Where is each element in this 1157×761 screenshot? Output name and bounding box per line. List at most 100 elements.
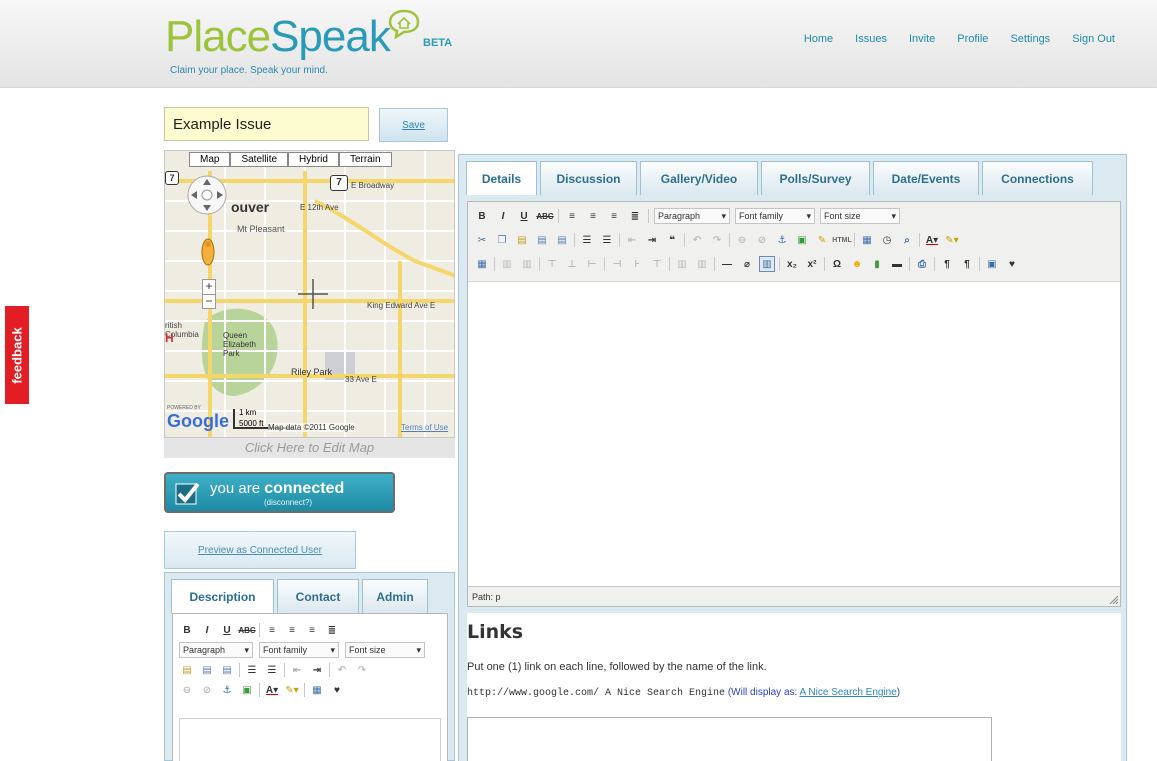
pegman-icon[interactable] <box>201 237 215 267</box>
site-logo[interactable]: PlaceSpeak <box>165 12 391 62</box>
editor-font-size-select[interactable]: Font size ▾ <box>820 208 900 224</box>
align-justify-icon[interactable]: ≣ <box>324 622 340 638</box>
text-color-icon[interactable]: A▾ <box>924 232 940 248</box>
print-icon[interactable]: ⎙ <box>914 256 930 272</box>
desc-font-family-select[interactable]: Font family ▾ <box>259 642 339 658</box>
feedback-tab[interactable]: feedback <box>5 306 29 404</box>
clean-format-icon[interactable]: ♥ <box>329 682 345 698</box>
zoom-in-button[interactable]: + <box>203 280 215 294</box>
save-button[interactable]: Save <box>379 108 448 142</box>
map-widget[interactable]: Map Satellite Hybrid Terrain + − 7 7 ouv… <box>164 150 455 438</box>
paste-word-icon[interactable]: ▤ <box>554 232 570 248</box>
align-justify-icon[interactable]: ≣ <box>627 208 643 224</box>
map-terms-link[interactable]: Terms of Use <box>401 423 448 432</box>
cleanup-icon[interactable]: ✎ <box>814 232 830 248</box>
paste-text-icon[interactable]: ▤ <box>199 662 215 678</box>
preview-icon[interactable]: ⌕ <box>899 232 915 248</box>
edit-map-link[interactable]: Click Here to Edit Map <box>164 438 455 458</box>
html-source-icon[interactable]: ▦ <box>309 682 325 698</box>
clean-format-icon[interactable]: ♥ <box>1004 256 1020 272</box>
nav-sign-out[interactable]: Sign Out <box>1072 33 1115 45</box>
highlight-color-icon[interactable]: ✎▾ <box>944 232 960 248</box>
align-left-icon[interactable]: ≡ <box>564 208 580 224</box>
paste-icon[interactable]: ▤ <box>514 232 530 248</box>
bullet-list-icon[interactable]: ☰ <box>244 662 260 678</box>
map-type-satellite[interactable]: Satellite <box>230 152 289 167</box>
editor-font-family-select[interactable]: Font family ▾ <box>735 208 815 224</box>
text-color-icon[interactable]: A▾ <box>264 682 280 698</box>
anchor-icon[interactable]: ⚓ <box>219 682 235 698</box>
preview-as-connected-user-button[interactable]: Preview as Connected User <box>164 531 356 569</box>
align-right-icon[interactable]: ≡ <box>304 622 320 638</box>
bullet-list-icon[interactable]: ☰ <box>579 232 595 248</box>
strikethrough-icon[interactable]: ABC <box>238 622 255 638</box>
nav-profile[interactable]: Profile <box>957 33 988 45</box>
help-icon[interactable]: HTML <box>832 232 851 248</box>
visual-aid-icon[interactable]: ▥ <box>759 256 775 272</box>
issue-title-input[interactable] <box>164 107 369 141</box>
map-type-map[interactable]: Map <box>189 152 231 167</box>
desc-format-select[interactable]: Paragraph ▾ <box>179 642 253 658</box>
insert-hr-icon[interactable]: ▬ <box>889 256 905 272</box>
nav-settings[interactable]: Settings <box>1010 33 1050 45</box>
tab-gallery-video[interactable]: Gallery/Video <box>640 161 758 195</box>
tab-description[interactable]: Description <box>171 579 274 613</box>
underline-icon[interactable]: U <box>516 208 532 224</box>
media-icon[interactable]: ▮ <box>869 256 885 272</box>
align-right-icon[interactable]: ≡ <box>606 208 622 224</box>
rtl-icon[interactable]: ¶ <box>959 256 975 272</box>
superscript-icon[interactable]: x² <box>804 256 820 272</box>
strikethrough-icon[interactable]: ABC <box>536 208 553 224</box>
cut-icon[interactable]: ✂ <box>474 232 490 248</box>
editor-format-select[interactable]: Paragraph ▾ <box>654 208 730 224</box>
fullscreen-icon[interactable]: ▣ <box>984 256 1000 272</box>
map-pan-control-icon[interactable] <box>185 173 229 217</box>
nav-issues[interactable]: Issues <box>855 33 887 45</box>
special-char-icon[interactable]: Ω <box>829 256 845 272</box>
nav-home[interactable]: Home <box>804 33 833 45</box>
indent-icon[interactable]: ⇥ <box>644 232 660 248</box>
tab-polls-survey[interactable]: Polls/Survey <box>761 161 870 195</box>
paste-text-icon[interactable]: ▤ <box>534 232 550 248</box>
emoticon-icon[interactable]: ☻ <box>849 256 865 272</box>
tab-contact[interactable]: Contact <box>277 579 359 613</box>
tab-details[interactable]: Details <box>466 161 537 195</box>
blockquote-icon[interactable]: ❝ <box>664 232 680 248</box>
connection-status-button[interactable]: you are connected (disconnect?) <box>164 472 395 513</box>
copy-icon[interactable]: ❐ <box>494 232 510 248</box>
zoom-out-button[interactable]: − <box>203 294 215 308</box>
italic-icon[interactable]: I <box>495 208 511 224</box>
links-example-link[interactable]: A Nice Search Engine <box>800 687 897 698</box>
nav-invite[interactable]: Invite <box>909 33 935 45</box>
table-icon[interactable]: ▦ <box>474 256 490 272</box>
underline-icon[interactable]: U <box>219 622 235 638</box>
subscript-icon[interactable]: x₂ <box>784 256 800 272</box>
tab-discussion[interactable]: Discussion <box>540 161 637 195</box>
highlight-color-icon[interactable]: ✎▾ <box>284 682 300 698</box>
paste-word-icon[interactable]: ▤ <box>219 662 235 678</box>
resize-grip-icon[interactable] <box>1108 594 1118 604</box>
insert-time-icon[interactable]: ◷ <box>879 232 895 248</box>
desc-font-size-select[interactable]: Font size ▾ <box>345 642 425 658</box>
italic-icon[interactable]: I <box>199 622 215 638</box>
ltr-icon[interactable]: ¶ <box>939 256 955 272</box>
bold-icon[interactable]: B <box>179 622 195 638</box>
indent-icon[interactable]: ⇥ <box>309 662 325 678</box>
anchor-icon[interactable]: ⚓ <box>774 232 790 248</box>
paste-icon[interactable]: ▤ <box>179 662 195 678</box>
map-type-hybrid[interactable]: Hybrid <box>288 152 339 167</box>
image-icon[interactable]: ▣ <box>239 682 255 698</box>
bold-icon[interactable]: B <box>474 208 490 224</box>
editor-content-area[interactable] <box>468 283 1120 587</box>
disconnect-link[interactable]: (disconnect?) <box>264 498 312 507</box>
tab-admin[interactable]: Admin <box>362 579 428 613</box>
image-icon[interactable]: ▣ <box>794 232 810 248</box>
align-center-icon[interactable]: ≡ <box>284 622 300 638</box>
remove-format-icon[interactable]: ⌀ <box>739 256 755 272</box>
description-textarea[interactable] <box>179 718 441 761</box>
align-center-icon[interactable]: ≡ <box>585 208 601 224</box>
links-textarea[interactable] <box>467 717 992 761</box>
numbered-list-icon[interactable]: ☰ <box>264 662 280 678</box>
map-type-terrain[interactable]: Terrain <box>338 152 392 167</box>
tab-date-events[interactable]: Date/Events <box>873 161 979 195</box>
